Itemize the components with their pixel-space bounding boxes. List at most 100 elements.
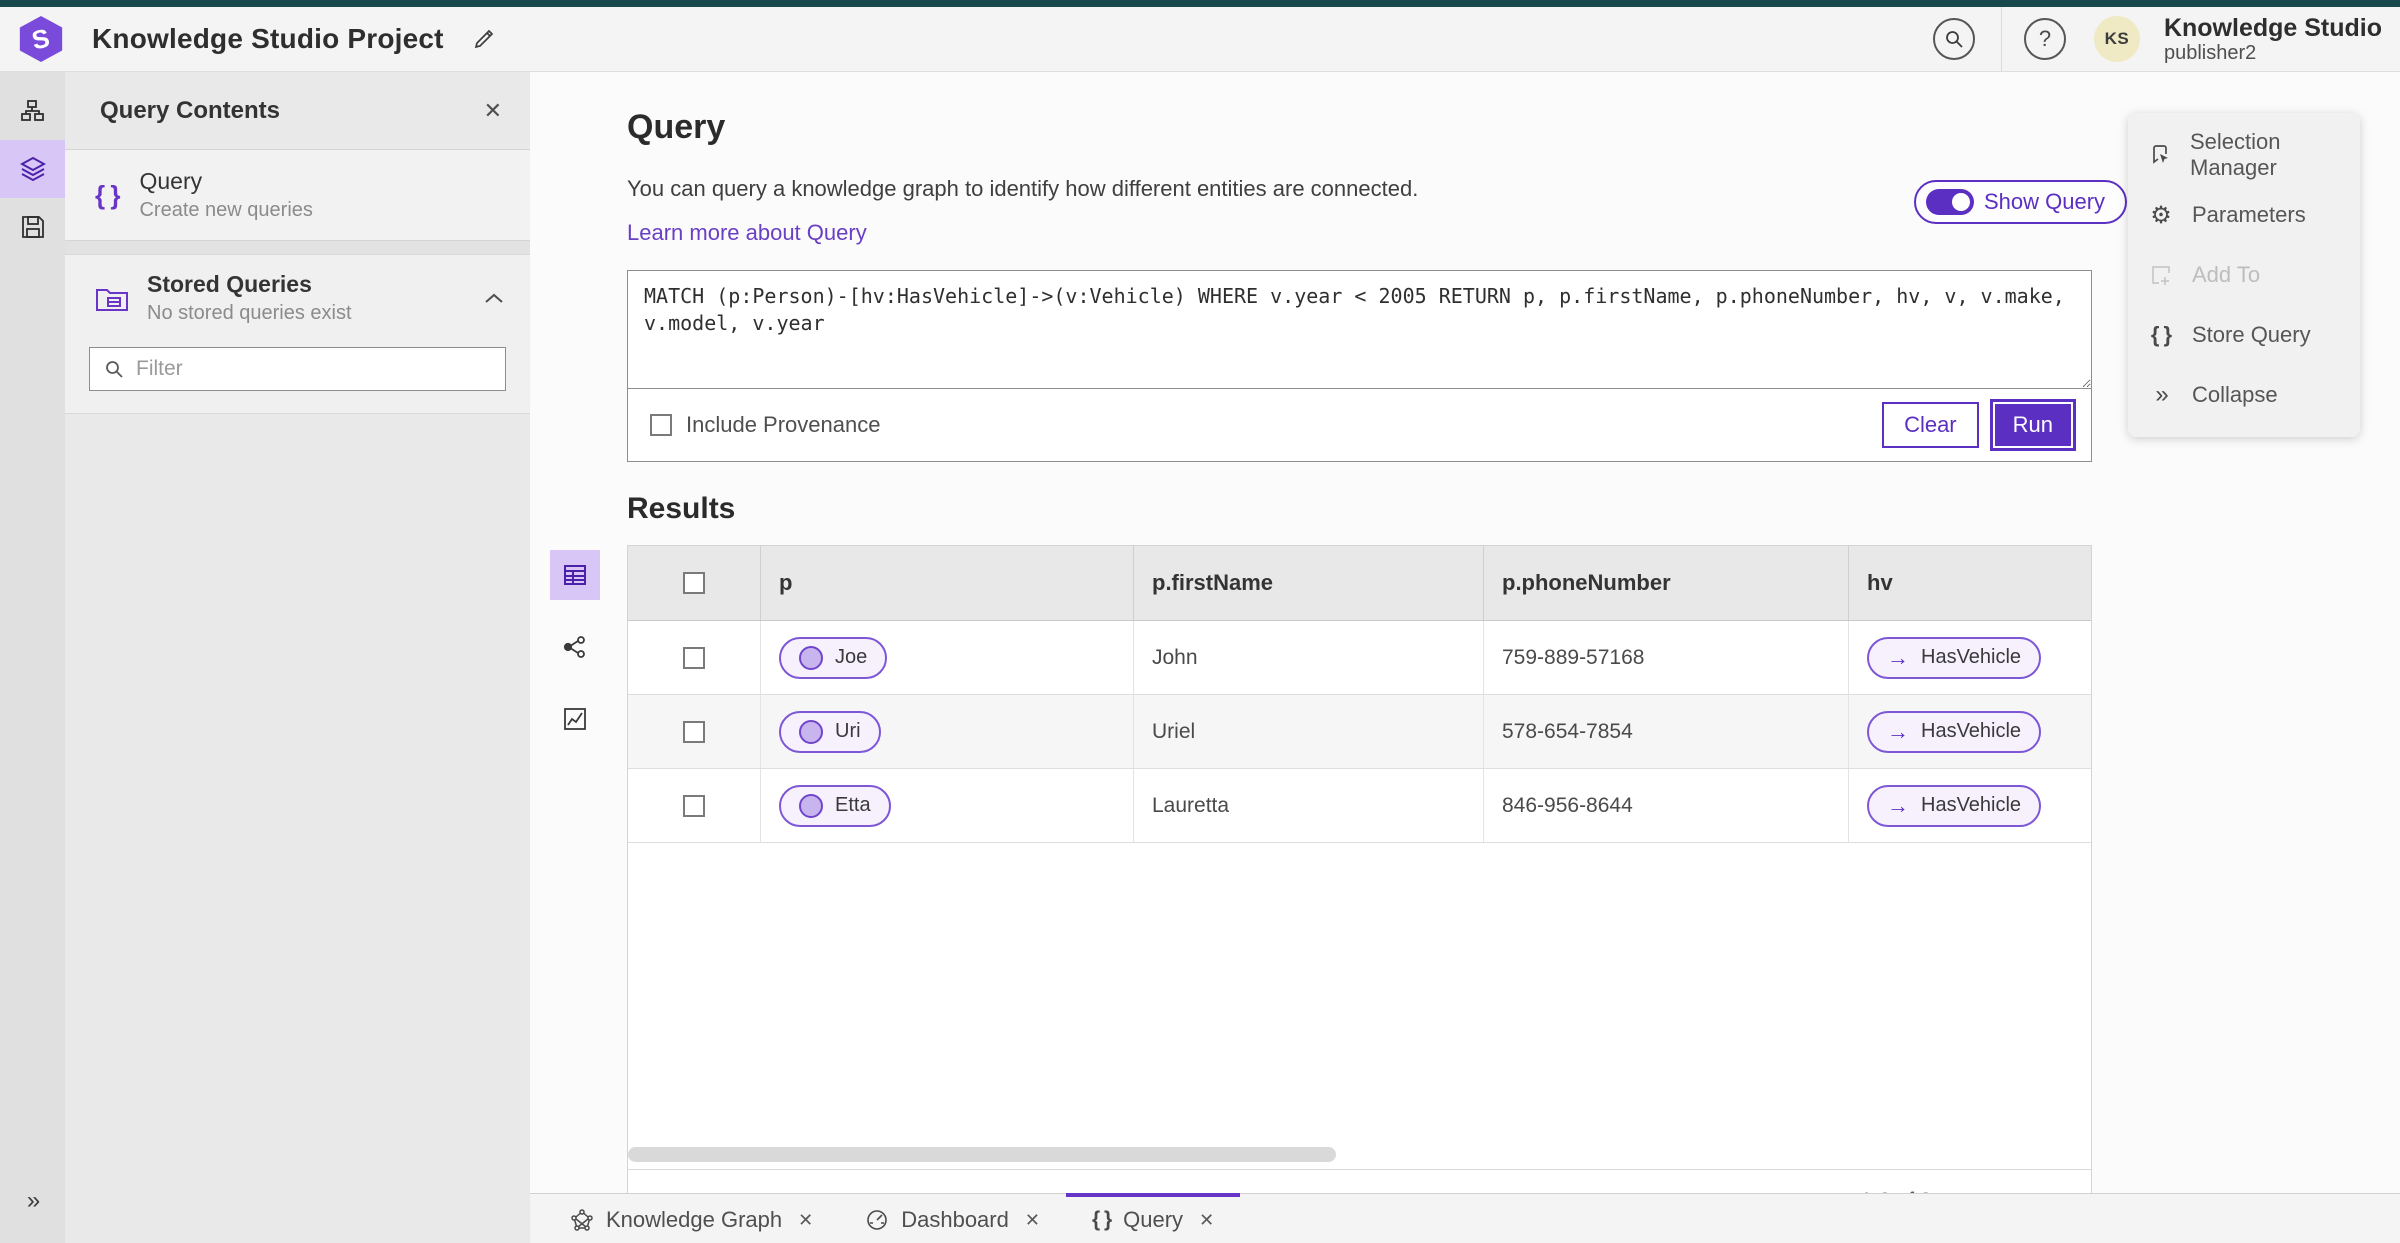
search-button[interactable] [1932,18,1975,60]
column-header-p[interactable]: p [761,546,1134,620]
scrollbar-thumb[interactable] [628,1147,1336,1162]
user-name: Knowledge Studio [2163,13,2382,42]
close-tab-icon[interactable]: ✕ [798,1210,813,1231]
app-logo[interactable]: S [18,16,64,62]
person-node-chip[interactable]: Joe [779,636,888,679]
tab-label: Query [1123,1207,1184,1232]
results-title: Results [627,492,736,525]
dashboard-gauge-icon [867,1210,888,1230]
user-avatar[interactable]: KS [2093,16,2140,62]
chart-icon [564,708,586,730]
parameters-label: Parameters [2192,202,2306,227]
person-node-chip[interactable]: Uri [779,710,881,753]
table-row: Joe John 759-889-57168 → HasVehicle [628,621,2091,695]
section-gap [65,241,530,255]
collapse-section-button[interactable] [484,292,504,304]
sidebar-item-hierarchy[interactable] [0,82,65,140]
store-query-button[interactable]: { } Store Query [2128,305,2360,365]
query-item[interactable]: { } Query Create new queries [65,150,530,241]
relationship-chip[interactable]: → HasVehicle [1867,636,2042,679]
query-textarea[interactable]: MATCH (p:Person)-[hv:HasVehicle]->(v:Veh… [628,271,2091,389]
close-tab-icon[interactable]: ✕ [1025,1210,1040,1231]
chevron-up-icon [485,293,503,303]
collapse-panel-button[interactable]: » Collapse [2128,365,2360,425]
show-query-toggle[interactable]: Show Query [1914,180,2128,224]
node-chip-label: Etta [835,794,871,816]
stored-queries-title: Stored Queries [147,271,312,297]
save-icon [21,216,44,238]
left-icon-rail: » [0,72,65,1243]
learn-more-link[interactable]: Learn more about Query [627,220,867,246]
include-provenance-checkbox[interactable] [650,414,672,436]
edit-title-button[interactable] [472,27,496,51]
bottom-tab-bar: Knowledge Graph ✕ Dashboard ✕ { } Query … [530,1193,2400,1243]
arrow-right-icon: → [1887,644,1909,670]
gear-icon: ⚙ [2150,201,2172,229]
header-right-cluster: ? KS Knowledge Studio publisher2 [1932,6,2400,72]
close-tab-icon[interactable]: ✕ [1199,1210,1214,1231]
expand-rail-button[interactable]: » [0,1187,65,1215]
query-editor-container: MATCH (p:Person)-[hv:HasVehicle]->(v:Veh… [627,270,2092,462]
row-checkbox[interactable] [683,646,705,669]
user-info: Knowledge Studio publisher2 [2164,14,2382,64]
column-header-firstname[interactable]: p.firstName [1134,546,1484,620]
braces-icon: { } [2150,322,2172,347]
cell-phone-number: 846-956-8644 [1484,769,1849,842]
tab-knowledge-graph[interactable]: Knowledge Graph ✕ [544,1193,839,1243]
column-header-phonenumber[interactable]: p.phoneNumber [1484,546,1849,620]
include-provenance-label: Include Provenance [686,412,881,437]
store-query-label: Store Query [2192,322,2311,347]
table-icon [564,565,586,585]
relationship-chip[interactable]: → HasVehicle [1867,784,2042,827]
cell-phone-number: 759-889-57168 [1484,621,1849,694]
top-accent-stripe [0,0,2400,7]
table-header-row: p p.firstName p.phoneNumber hv [628,546,2091,621]
selection-manager-label: Selection Manager [2190,129,2281,180]
sidebar-item-layers[interactable] [0,140,65,198]
clear-button[interactable]: Clear [1882,402,1979,448]
horizontal-scrollbar [628,1143,2091,1169]
row-checkbox[interactable] [683,794,705,817]
panel-title: Query Contents [100,96,281,124]
pencil-icon [474,29,493,49]
tab-dashboard[interactable]: Dashboard ✕ [839,1193,1066,1243]
tab-query[interactable]: { } Query ✕ [1065,1193,1241,1243]
collapse-label: Collapse [2192,382,2278,407]
query-item-title: Query [139,168,203,194]
help-button[interactable]: ? [2023,18,2066,60]
close-panel-button[interactable]: ✕ [484,98,502,124]
selection-manager-icon [2153,145,2168,164]
node-dot-icon [799,645,823,670]
graph-view-button[interactable] [550,622,600,672]
chart-view-button[interactable] [550,694,600,744]
filter-input[interactable] [136,357,491,381]
search-icon [1946,31,1963,48]
help-icon: ? [2038,26,2052,51]
row-checkbox[interactable] [683,720,705,743]
column-header-hv[interactable]: hv [1849,546,2091,620]
sidebar-item-save[interactable] [0,198,65,256]
add-to-label: Add To [2192,262,2261,287]
table-empty-area [628,843,2091,1143]
cell-first-name: John [1134,621,1484,694]
table-view-button[interactable] [550,550,600,600]
relationship-chip-label: HasVehicle [1921,794,2022,816]
node-dot-icon [799,719,823,744]
page-title: Query [627,108,726,146]
app-header: S Knowledge Studio Project ? KS Knowledg… [0,6,2400,72]
selection-manager-button[interactable]: Selection Manager [2128,125,2360,185]
header-divider [2000,6,2002,72]
add-to-button: Add To [2128,245,2360,305]
stored-queries-header[interactable]: Stored Queries No stored queries exist [65,255,530,339]
search-icon [106,361,123,378]
relationship-chip[interactable]: → HasVehicle [1867,710,2042,753]
run-button[interactable]: Run [1992,402,2073,448]
filter-field[interactable] [89,347,506,391]
table-row: Uri Uriel 578-654-7854 → HasVehicle [628,695,2091,769]
page-description: You can query a knowledge graph to ident… [627,176,1419,201]
select-all-checkbox[interactable] [683,572,705,594]
parameters-button[interactable]: ⚙ Parameters [2128,185,2360,245]
person-node-chip[interactable]: Etta [779,784,891,827]
results-view-toolbar [550,550,600,744]
toggle-switch[interactable] [1926,189,1974,215]
